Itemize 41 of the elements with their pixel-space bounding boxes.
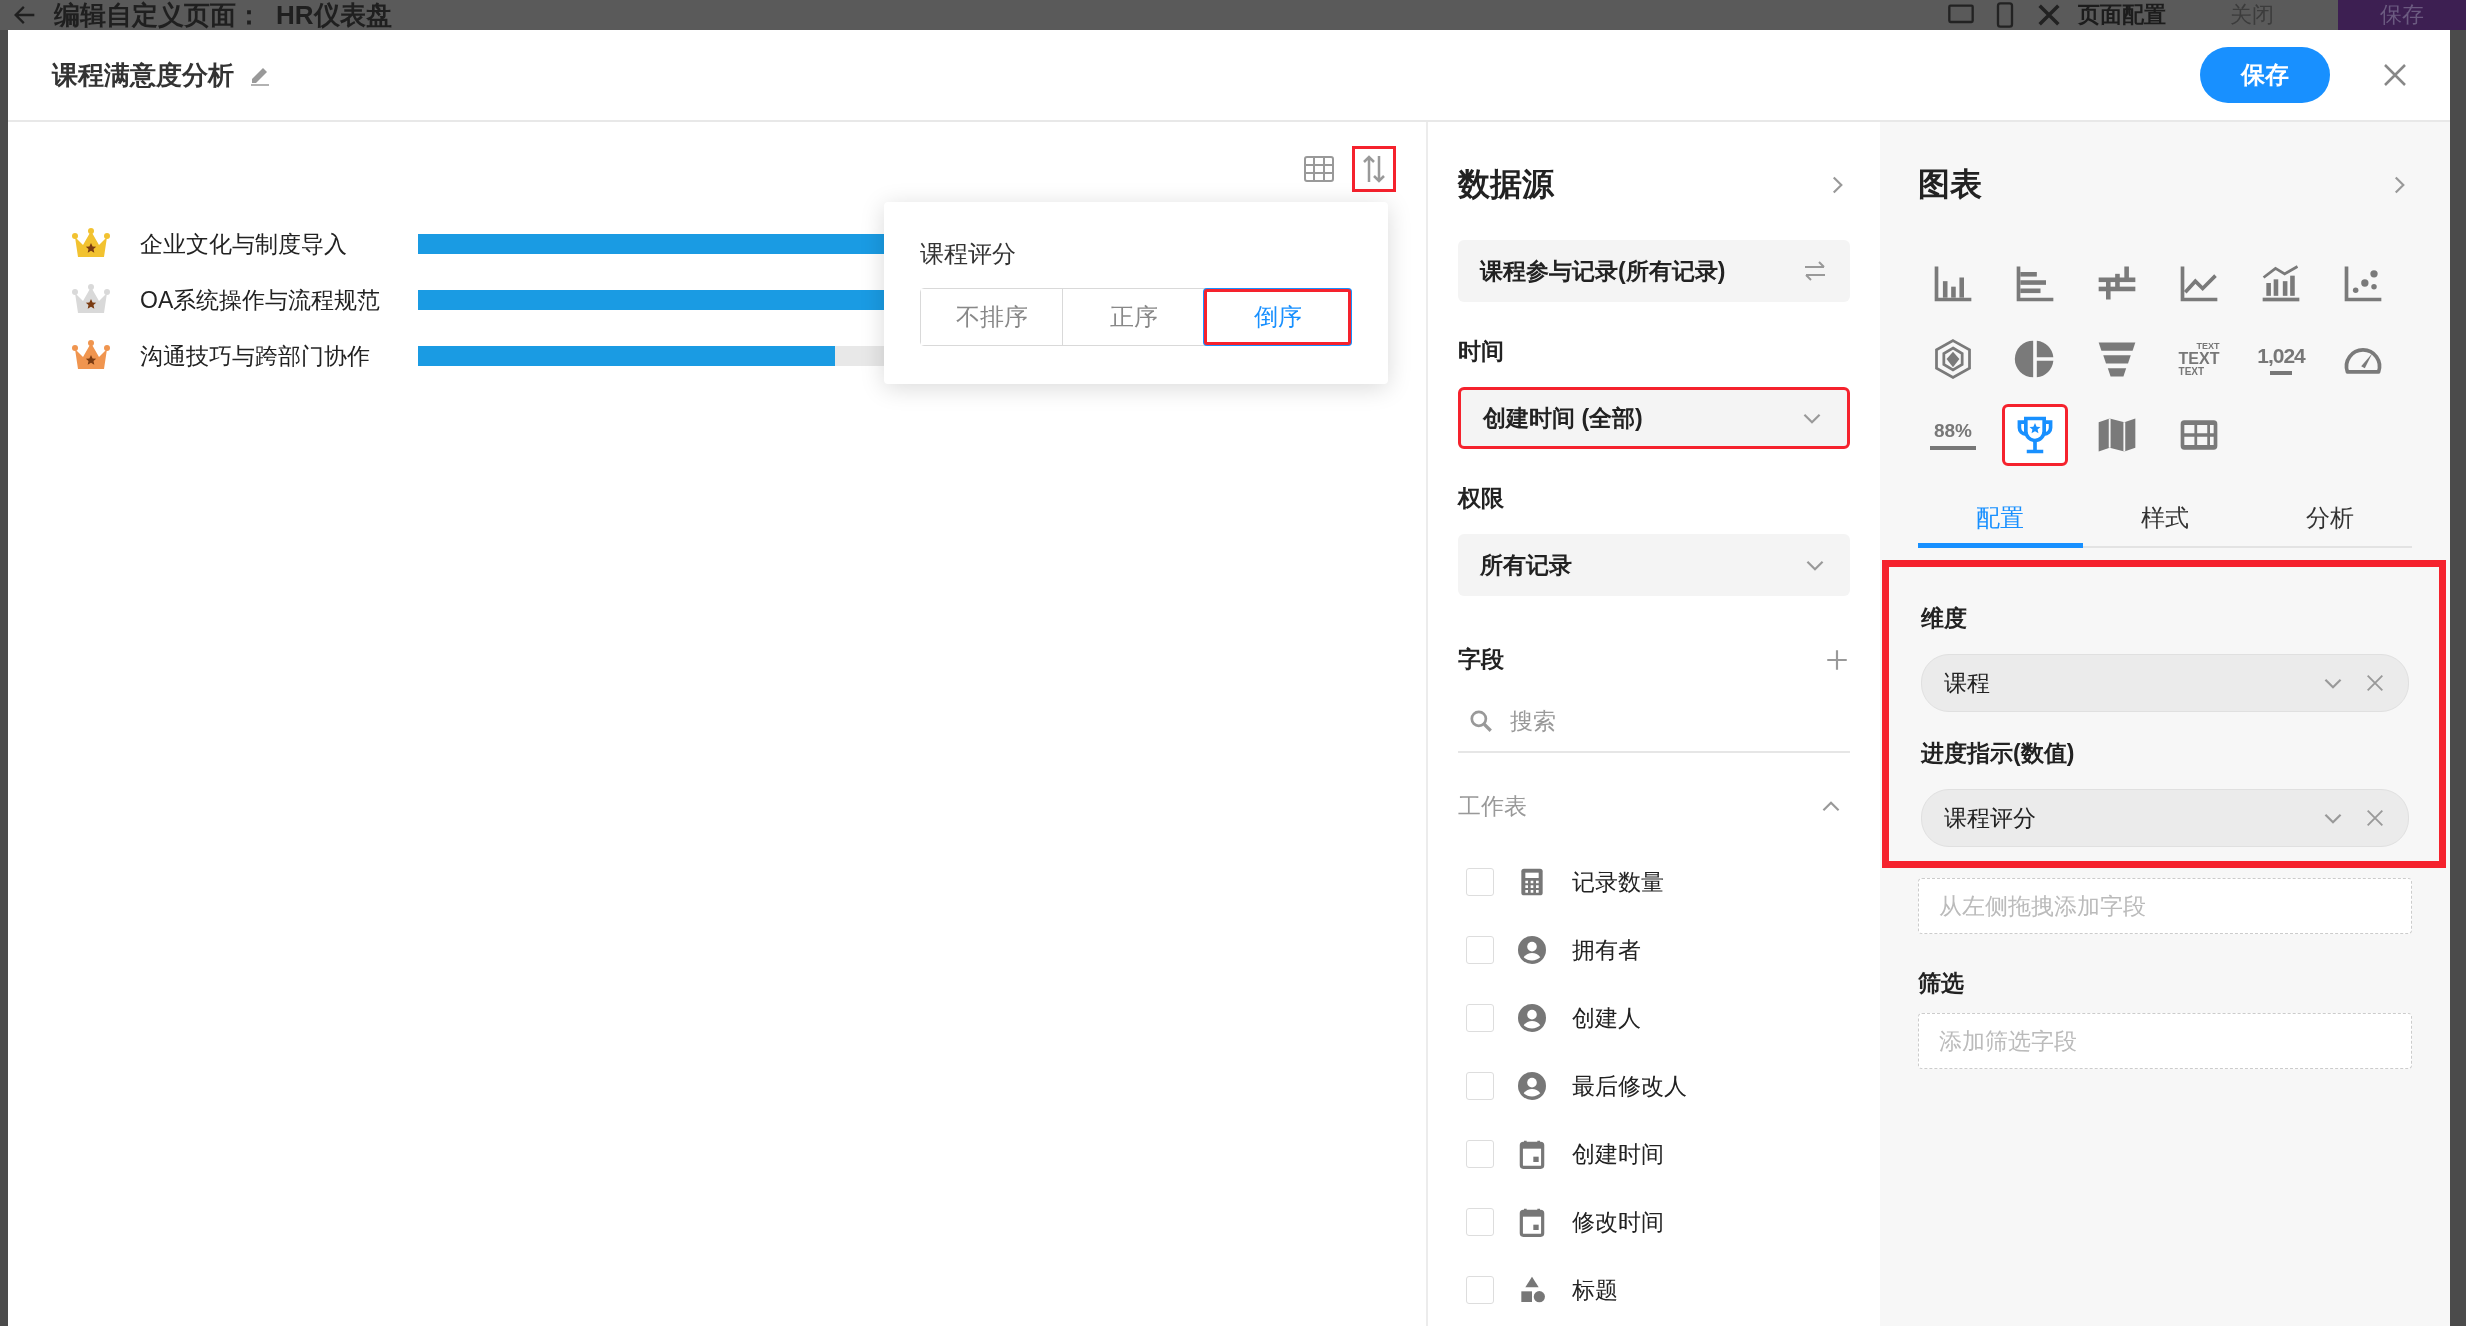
chart-type-button[interactable]: 1,024 bbox=[2248, 328, 2314, 390]
field-label: 修改时间 bbox=[1572, 1207, 1664, 1237]
editor-title: 编辑自定义页面： bbox=[54, 0, 262, 30]
save-button[interactable]: 保存 bbox=[2200, 47, 2330, 103]
source-select[interactable]: 课程参与记录(所有记录) bbox=[1458, 240, 1850, 302]
course-label: 沟通技巧与跨部门协作 bbox=[140, 341, 371, 371]
sort-field-label: 课程评分 bbox=[920, 239, 1017, 269]
dropdown[interactable]: 创建时间 (全部) bbox=[1458, 387, 1850, 449]
slot-label: 维度 bbox=[1921, 604, 1968, 633]
field-label: 创建时间 bbox=[1572, 1139, 1664, 1169]
drop-zone[interactable]: 从左侧拖拽添加字段 bbox=[1918, 878, 2412, 934]
tab[interactable]: 分析 bbox=[2247, 492, 2412, 548]
dropdown[interactable]: 所有记录 bbox=[1458, 534, 1850, 596]
save-button[interactable]: 保存 bbox=[2338, 0, 2466, 30]
chart-type-button[interactable]: TEXT TEXT TEXT bbox=[2166, 328, 2232, 390]
course-label: OA系统操作与流程规范 bbox=[140, 285, 382, 315]
section-label: 权限 bbox=[1458, 484, 1505, 513]
chart-type-button[interactable]: 88% bbox=[1920, 404, 1986, 466]
slot-label: 进度指示(数值) bbox=[1921, 739, 2076, 768]
page-config-button[interactable]: 页面配置 bbox=[2078, 0, 2166, 30]
dialog-title: 课程满意度分析 bbox=[52, 58, 234, 92]
panel-title: 数据源 bbox=[1458, 165, 1554, 204]
panel-title: 图表 bbox=[1918, 165, 1982, 204]
field-label: 拥有者 bbox=[1572, 935, 1641, 965]
course-label: 企业文化与制度导入 bbox=[140, 229, 348, 259]
tab[interactable]: 样式 bbox=[2082, 492, 2248, 548]
field-label: 创建人 bbox=[1572, 1003, 1641, 1033]
section-label: 时间 bbox=[1458, 337, 1505, 366]
section-label: 字段 bbox=[1458, 645, 1504, 674]
field-label: 标题 bbox=[1572, 1275, 1618, 1305]
field-pill[interactable]: 课程 bbox=[1921, 654, 2409, 712]
group-label: 工作表 bbox=[1458, 792, 1527, 821]
sort-option[interactable]: 倒序 bbox=[1204, 289, 1351, 345]
tab[interactable]: 配置 bbox=[1918, 492, 2083, 548]
filter-field[interactable]: 添加筛选字段 bbox=[1918, 1013, 2412, 1069]
search-field[interactable]: 搜索 bbox=[1508, 706, 1812, 736]
field-label: 记录数量 bbox=[1572, 867, 1664, 897]
page-name: HR仪表盘 bbox=[276, 0, 392, 30]
slot-label: 筛选 bbox=[1918, 969, 1965, 998]
field-pill[interactable]: 课程评分 bbox=[1921, 789, 2409, 847]
field-label: 最后修改人 bbox=[1572, 1071, 1687, 1101]
